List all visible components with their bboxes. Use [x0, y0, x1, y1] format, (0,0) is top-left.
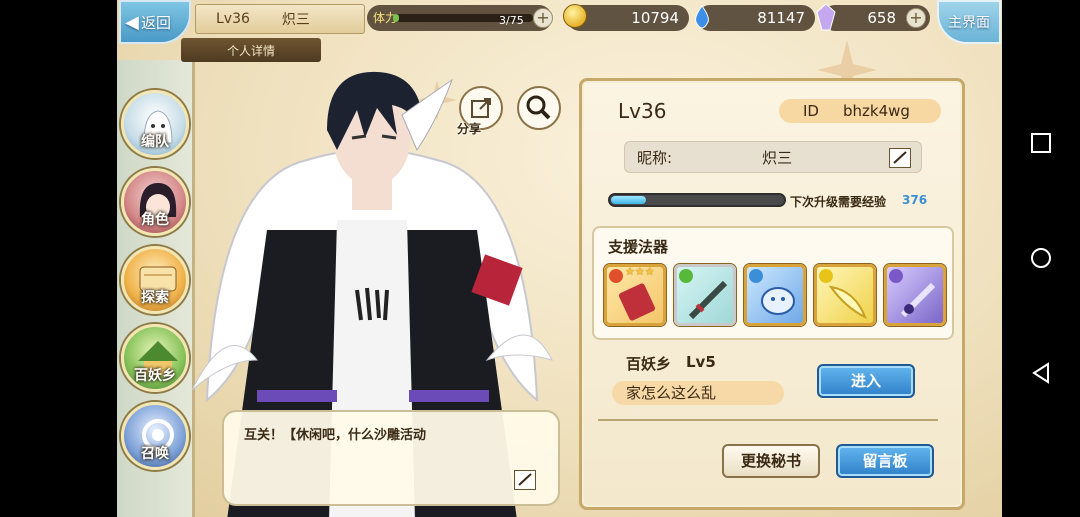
- village-name: 百妖乡: [626, 355, 672, 373]
- system-navigation-bar: [1002, 0, 1080, 517]
- profile-level: Lv36: [618, 99, 667, 123]
- signature-text: 互关！【休闲吧，什么沙雕活动: [244, 428, 427, 443]
- soul-jade-counter: 81147: [695, 5, 815, 31]
- player-header: Lv36 炽三: [195, 4, 365, 34]
- sidebar-item-summon[interactable]: 召唤: [121, 402, 189, 470]
- sidebar-item-label: 召唤: [141, 446, 169, 462]
- support-title: 支援法器: [608, 238, 669, 256]
- home-button-label: 主界面: [948, 15, 990, 31]
- game-screen: 编队 角色 探索 百妖乡 召唤 ◀ 返回 Lv36 炽三 个人详情 体力 3/7…: [117, 0, 1002, 517]
- player-level: Lv36: [216, 11, 250, 27]
- home-nav-button[interactable]: [1002, 233, 1080, 283]
- circle-icon: [1031, 248, 1051, 268]
- add-stamina-icon[interactable]: +: [533, 8, 553, 28]
- nickname-key: 昵称:: [637, 148, 673, 167]
- exp-value: 376: [902, 193, 928, 207]
- stamina-fill: [393, 14, 399, 22]
- id-key: ID: [803, 102, 819, 120]
- crystal-icon: [816, 3, 836, 31]
- enter-village-button[interactable]: 进入: [817, 364, 915, 398]
- tab-label: 个人详情: [226, 43, 275, 58]
- sidebar-item-label: 编队: [141, 134, 169, 150]
- stamina-bar: 体力 3/75 +: [367, 5, 553, 31]
- gold-value: 10794: [631, 9, 679, 27]
- support-artifact-slot[interactable]: ★★★: [604, 264, 666, 326]
- exp-fill: [611, 196, 646, 204]
- crystal-value: 658: [867, 9, 896, 27]
- support-artifacts-box: 支援法器 ★★★: [592, 226, 954, 340]
- sidebar-item-label: 角色: [141, 212, 169, 228]
- support-artifact-slot[interactable]: [674, 264, 736, 326]
- gold-counter: 10794: [563, 4, 689, 31]
- support-artifact-slot[interactable]: [744, 264, 806, 326]
- player-name: 炽三: [281, 12, 310, 28]
- square-icon: [1031, 133, 1051, 153]
- nickname-field: 昵称: 炽三: [624, 141, 922, 173]
- nickname-value: 炽三: [762, 148, 793, 167]
- edit-nickname-icon[interactable]: [889, 148, 911, 168]
- back-button[interactable]: ◀ 返回: [119, 0, 191, 44]
- panel-divider: [598, 419, 938, 421]
- player-id-box: ID bhzk4wg: [779, 99, 941, 123]
- gold-coin-icon: [563, 4, 587, 28]
- blade-weapon-icon: [900, 282, 936, 318]
- edit-signature-icon[interactable]: [514, 470, 536, 490]
- triangle-back-icon: [1032, 362, 1049, 384]
- village-level: Lv5: [686, 353, 716, 371]
- beast-weapon-icon: [761, 287, 795, 315]
- sidebar-item-character[interactable]: 角色: [121, 168, 189, 236]
- wing-weapon-icon: [828, 285, 867, 320]
- sidebar-item-team[interactable]: 编队: [121, 90, 189, 158]
- sidebar-item-explore[interactable]: 探索: [121, 246, 189, 314]
- sidebar-item-label: 探索: [141, 290, 169, 306]
- scroll-weapon-icon: [618, 283, 656, 321]
- share-label: 分享: [457, 122, 482, 136]
- sidebar-item-village[interactable]: 百妖乡: [121, 324, 189, 392]
- add-crystal-icon[interactable]: +: [906, 8, 926, 28]
- crystal-counter: 658 +: [816, 3, 930, 31]
- view-portrait-button[interactable]: [517, 86, 561, 130]
- stamina-value: 3/75: [499, 14, 524, 27]
- support-artifact-slot[interactable]: [814, 264, 876, 326]
- signature-bubble: 互关！【休闲吧，什么沙雕活动: [222, 410, 560, 506]
- magnifier-icon: [526, 95, 551, 120]
- tab-profile-details[interactable]: 个人详情: [181, 38, 321, 62]
- soul-jade-value: 81147: [757, 9, 805, 27]
- back-arrow-icon: ◀: [125, 12, 139, 33]
- home-button[interactable]: 主界面: [937, 0, 1001, 44]
- sword-weapon-icon: [688, 280, 728, 320]
- recent-apps-button[interactable]: [1002, 118, 1080, 168]
- message-board-button[interactable]: 留言板: [836, 444, 934, 478]
- id-value: bhzk4wg: [842, 102, 910, 120]
- back-nav-button[interactable]: [1002, 348, 1080, 398]
- village-motto: 家怎么这么乱: [612, 381, 784, 405]
- exp-label: 下次升级需要经验: [790, 195, 887, 209]
- back-button-label: 返回: [141, 13, 172, 32]
- profile-info-panel: Lv36 ID bhzk4wg 昵称: 炽三 下次升级需要经验 376 支援法器…: [579, 78, 965, 510]
- change-secretary-button[interactable]: 更换秘书: [722, 444, 820, 478]
- exp-bar: [608, 193, 786, 207]
- sidebar-item-label: 百妖乡: [134, 368, 176, 384]
- blue-drop-icon: [695, 5, 709, 29]
- support-artifact-slot[interactable]: [884, 264, 946, 326]
